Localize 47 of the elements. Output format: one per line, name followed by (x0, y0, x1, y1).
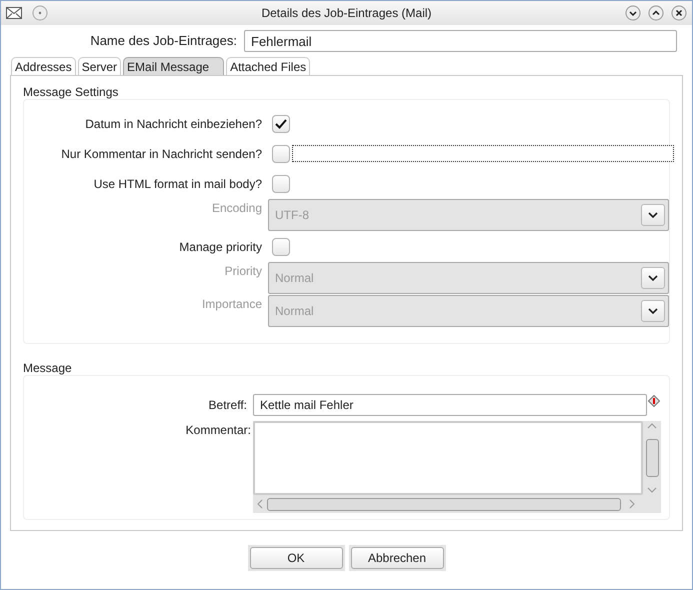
section-title: Message (23, 360, 73, 373)
pin-button[interactable] (32, 5, 48, 21)
close-button[interactable] (671, 5, 687, 21)
section-title: Message Settings (23, 84, 120, 97)
scrollbar-thumb[interactable] (267, 498, 621, 510)
dialog-button[interactable]: OK (250, 547, 342, 569)
field-label: Betreff: (208, 398, 247, 412)
field-label: Datum in Nachricht einbeziehen? (85, 116, 262, 130)
scrollbar-thumb[interactable] (646, 439, 658, 477)
field-label: Priority (224, 264, 262, 278)
input-field[interactable] (292, 145, 674, 162)
chevron-down-icon (648, 308, 658, 314)
field-label: Manage priority (179, 240, 262, 254)
input-field[interactable]: Fehlermail (244, 30, 677, 52)
window-title: Details des Job-Eintrages (Mail) (261, 5, 432, 22)
checkmark-icon (275, 118, 287, 128)
dropdown-value: Normal (274, 270, 315, 287)
field-label: Nur Kommentar in Nachricht senden? (61, 146, 262, 160)
checkbox[interactable] (272, 174, 290, 192)
tab[interactable]: EMail Message (123, 57, 224, 75)
field-label: Importance (202, 297, 262, 311)
scroll-left-icon[interactable] (257, 499, 263, 509)
dropdown-value: Normal (274, 303, 315, 320)
tab[interactable]: Addresses (11, 57, 76, 75)
scroll-up-icon[interactable] (647, 423, 657, 429)
envelope-icon (6, 7, 22, 19)
maximize-button[interactable] (648, 5, 664, 21)
field-label: Encoding (212, 201, 262, 215)
checkbox[interactable] (272, 144, 290, 162)
dropdown-value: UTF-8 (274, 207, 310, 224)
tab[interactable]: Attached Files (226, 57, 310, 75)
chevron-down-icon (648, 212, 658, 218)
warning-diamond-icon (648, 395, 660, 407)
text-area[interactable] (253, 421, 661, 513)
tab[interactable]: Server (78, 57, 122, 75)
input-field[interactable]: Kettle mail Fehler (253, 394, 647, 416)
minimize-button[interactable] (625, 5, 641, 21)
dialog-button[interactable]: Abbrechen (350, 547, 444, 569)
scroll-down-icon[interactable] (647, 487, 657, 493)
chevron-down-icon (648, 275, 658, 281)
checkbox[interactable] (272, 114, 290, 132)
field-label: Use HTML format in mail body? (94, 176, 262, 190)
vertical-scrollbar[interactable] (643, 421, 661, 495)
scroll-right-icon[interactable] (629, 499, 635, 509)
field-label: Kommentar: (186, 423, 251, 437)
field-label: Name des Job-Eintrages: (90, 33, 237, 48)
checkbox[interactable] (272, 238, 290, 256)
